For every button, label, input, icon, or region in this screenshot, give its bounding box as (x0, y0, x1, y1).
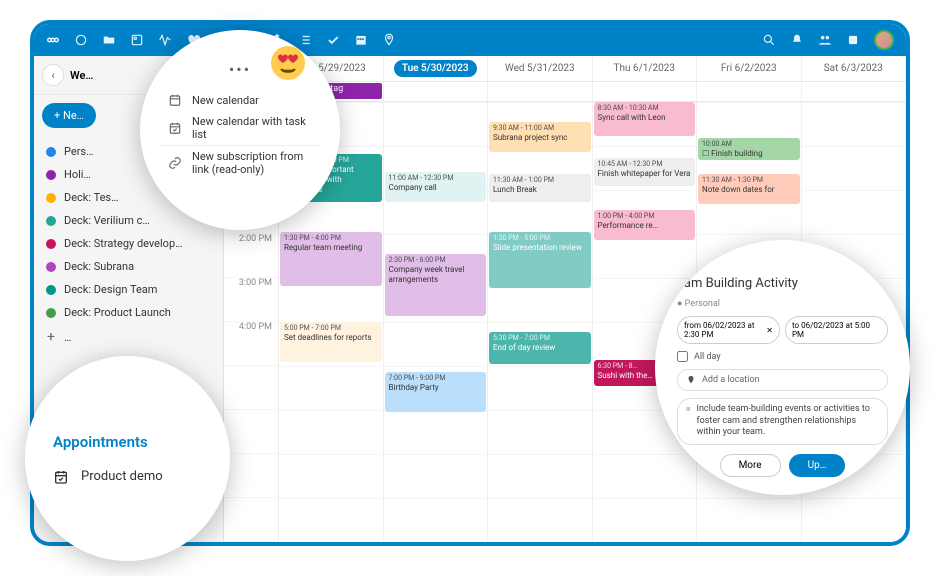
new-event-button[interactable]: + Ne… (42, 103, 96, 128)
calendar-event[interactable]: 1:30 PM - 4:00 PMRegular team meeting (280, 232, 382, 286)
more-icon[interactable]: ••• (229, 60, 251, 79)
allday-cell[interactable] (802, 82, 907, 101)
allday-cell[interactable] (384, 82, 489, 101)
time-label: 3:00 PM (224, 278, 278, 322)
description-input[interactable]: Include team-building events or activiti… (677, 398, 888, 445)
time-label (224, 454, 278, 498)
time-label: 4:00 PM (224, 322, 278, 366)
from-datetime[interactable]: from 06/02/2023 at 2:30 PM ✕ (677, 316, 780, 344)
new-calendar-menu: ••• New calendarNew calendar with task l… (140, 30, 340, 230)
calendar-item[interactable]: Deck: Product Launch (34, 301, 223, 324)
calendar-event[interactable]: 7:00 PM - 9:00 PMBirthday Party (385, 372, 487, 412)
day-column[interactable]: 9:30 AM - 11:00 AMSubrana project sync 11… (488, 102, 593, 542)
notes-icon (686, 404, 691, 414)
calendar-event[interactable]: 1:00 PM - 4:00 PMPerformance re… (594, 210, 696, 240)
calendar-event[interactable]: 10:45 AM - 12:30 PMFinish whitepaper for… (594, 158, 696, 186)
calendar-event[interactable]: 11:30 AM - 1:00 PMLunch Break (489, 174, 591, 202)
day-header[interactable]: Fri 6/2/2023 (697, 56, 802, 81)
calendar-check-icon (53, 469, 69, 485)
top-app-bar (34, 24, 906, 56)
back-button[interactable]: ‹ (42, 64, 64, 86)
calendar-picker[interactable]: ● Personal (677, 298, 888, 309)
to-datetime[interactable]: to 06/02/2023 at 5:00 PM (785, 316, 888, 344)
activity-icon[interactable] (158, 33, 172, 47)
contacts-menu-icon[interactable] (818, 33, 832, 47)
maps-icon[interactable] (382, 33, 396, 47)
event-editor: eam Building Activity ● Personal from 06… (655, 240, 910, 495)
calendar-event[interactable]: 2:30 PM - 6:00 PMCompany week travel arr… (385, 254, 487, 316)
share-icon[interactable] (846, 33, 860, 47)
appointment-item[interactable]: Product demo (53, 469, 202, 485)
appointment-label: Product demo (81, 469, 163, 484)
calendar-event[interactable]: 11:30 AM - 1:30 PMNote down dates for (698, 174, 800, 204)
calendar-event[interactable]: 10:00 AM☐ Finish building (698, 138, 800, 160)
time-label (224, 498, 278, 542)
more-button[interactable]: More (720, 454, 781, 477)
allday-cell[interactable] (593, 82, 698, 101)
day-header[interactable]: Thu 6/1/2023 (593, 56, 698, 81)
day-header[interactable]: Wed 5/31/2023 (488, 56, 593, 81)
menu-item[interactable]: New calendar with task list (160, 111, 320, 145)
emoji-heart-eyes-icon (270, 45, 306, 81)
day-column[interactable]: 11:00 AM - 12:30 PMCompany call 2:30 PM -… (384, 102, 489, 542)
location-input[interactable]: Add a location (677, 369, 888, 391)
calendar-item[interactable]: Deck: Subrana (34, 255, 223, 278)
calendar-event[interactable]: 11:00 AM - 12:30 PMCompany call (385, 172, 487, 202)
time-label: 2:00 PM (224, 234, 278, 278)
calendar-item[interactable]: Deck: Strategy develop… (34, 232, 223, 255)
day-header[interactable]: Tue 5/30/2023 (384, 56, 489, 81)
calendar-event[interactable]: 5:30 PM - 7:00 PMEnd of day review (489, 332, 591, 364)
calendar-event[interactable]: 9:30 AM - 11:00 AMSubrana project sync (489, 122, 591, 152)
photos-icon[interactable] (130, 33, 144, 47)
menu-item[interactable]: New subscription from link (read-only) (160, 146, 320, 180)
allday-cell[interactable] (488, 82, 593, 101)
files-icon[interactable] (102, 33, 116, 47)
allday-cell[interactable] (697, 82, 802, 101)
menu-item[interactable]: New calendar (160, 89, 320, 111)
logo-icon (46, 33, 60, 47)
calendar-event[interactable]: 8:30 AM - 10:30 AMSync call with Leon (594, 102, 696, 136)
time-label (224, 410, 278, 454)
time-label (224, 366, 278, 410)
calendar-item[interactable]: Deck: Design Team (34, 278, 223, 301)
all-day-checkbox[interactable]: All day (677, 351, 888, 362)
appointments-panel: Appointments Product demo (25, 356, 230, 561)
day-header[interactable]: Sat 6/3/2023 (802, 56, 907, 81)
location-pin-icon (686, 375, 696, 385)
tasks-icon[interactable] (326, 33, 340, 47)
calendar-event[interactable]: 5:00 PM - 7:00 PMSet deadlines for repor… (280, 322, 382, 362)
search-icon[interactable] (762, 33, 776, 47)
add-calendar[interactable]: +… (34, 324, 223, 350)
update-button[interactable]: Up… (789, 454, 846, 477)
appointments-heading: Appointments (53, 433, 202, 451)
calendar-event[interactable]: 1:30 PM - 5:00 PMSlide presentation revi… (489, 232, 591, 288)
calendar-app-icon[interactable] (354, 33, 368, 47)
event-title-input[interactable]: eam Building Activity (677, 276, 888, 291)
dashboard-icon[interactable] (74, 33, 88, 47)
notifications-icon[interactable] (790, 33, 804, 47)
user-avatar[interactable] (874, 30, 894, 50)
